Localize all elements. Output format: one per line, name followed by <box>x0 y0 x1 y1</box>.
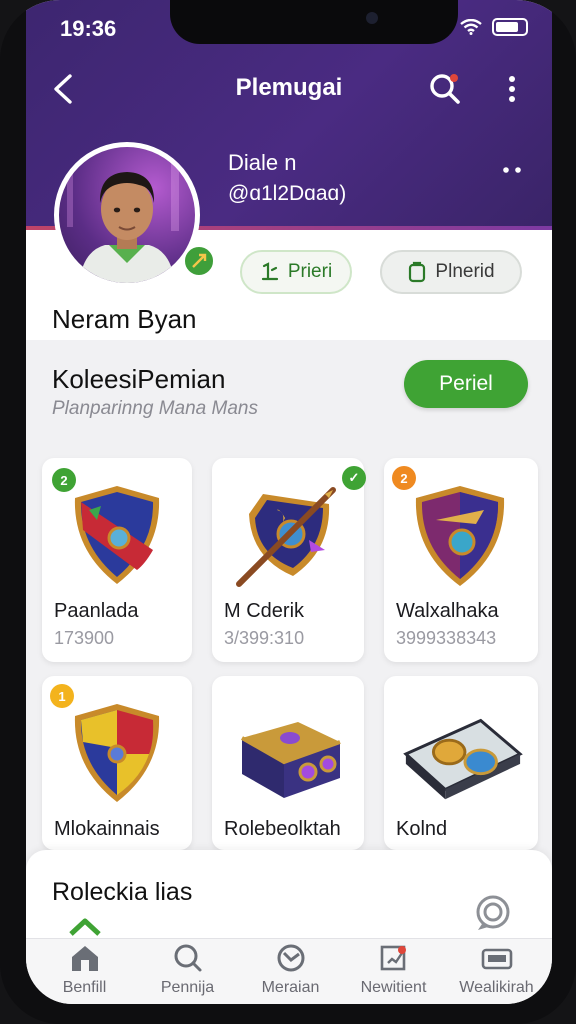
profile-action-label: Prieri <box>287 261 333 282</box>
card-number: 3999338343 <box>396 628 497 648</box>
card-number: 173900 <box>54 628 115 648</box>
profile-secondary-button[interactable]: Plnerid <box>380 250 522 294</box>
edit-icon <box>261 262 278 281</box>
tab-label: Meraian <box>261 979 320 996</box>
collection-card[interactable]: 2 Paanlada 173900 <box>42 458 192 662</box>
more-vertical-icon[interactable] <box>502 74 522 104</box>
search-icon <box>174 944 202 972</box>
treasure-chest-icon <box>241 722 341 798</box>
collection-card[interactable]: 2 Walxalhaka 3999338343 <box>384 458 538 662</box>
tab-home[interactable]: Benfill <box>32 939 137 1004</box>
card-name: Paanlada <box>54 600 139 622</box>
tab-search[interactable]: Pennija <box>135 939 240 1004</box>
user-name: Neram Byan <box>52 304 197 334</box>
profile-display-name: Diale n <box>228 150 297 175</box>
app-screen: 19:36 Plemugai Diale n @ɑ1l2Dɑaɑ) Prieri… <box>26 0 552 1004</box>
tab-bar: Benfill Pennija Meraian Newitient Wealik… <box>26 938 552 1004</box>
card-name: Mlokainnais <box>54 818 160 840</box>
card-name: Rolebeolktah <box>224 818 341 840</box>
collection-card[interactable]: Rolebeolktah <box>212 676 364 850</box>
status-time: 19:36 <box>60 16 117 41</box>
card-icon <box>481 948 513 970</box>
verified-badge-icon <box>182 244 216 278</box>
page-title: Plemugai <box>235 74 343 101</box>
collection-subtitle: Planparinng Mana Mans <box>52 398 258 419</box>
tab-label: Wealikirah <box>459 979 534 996</box>
avatar[interactable] <box>54 142 200 288</box>
chat-icon[interactable] <box>474 894 512 932</box>
battery-icon <box>492 18 528 36</box>
tab-label: Benfill <box>62 979 107 996</box>
phone-frame: 19:36 Plemugai Diale n @ɑ1l2Dɑaɑ) Prieri… <box>0 0 576 1024</box>
tab-label: Newitient <box>360 979 427 996</box>
home-icon <box>72 946 98 971</box>
edit-icon <box>380 945 406 971</box>
camera-notch <box>170 0 458 44</box>
tab-card[interactable]: Wealikirah <box>444 939 549 1004</box>
compass-icon <box>277 944 305 972</box>
profile-secondary-label: Plnerid <box>435 261 495 282</box>
collection-card[interactable]: Kolnd <box>384 676 538 850</box>
shield-quartered-icon <box>74 704 160 802</box>
card-name: Kolnd <box>396 818 448 840</box>
shield-spear-icon <box>236 487 336 587</box>
collection-title: KoleesiPemian <box>52 364 226 394</box>
shield-emblem-icon <box>74 486 160 584</box>
profile-action-button[interactable]: Prieri <box>240 250 352 294</box>
card-name: Walxalhaka <box>396 600 499 622</box>
sheet-title: Roleckia lias <box>52 878 193 906</box>
card-number: 3/399:310 <box>224 628 305 648</box>
collection-action-button[interactable]: Periel <box>404 360 528 408</box>
avatar-portrait <box>67 161 179 283</box>
coin-tray-icon <box>403 718 523 800</box>
card-name: M Cderik <box>224 600 305 622</box>
collection-card[interactable]: ✓ M Cderik 3/399:310 <box>212 458 366 662</box>
clipboard-icon <box>409 261 426 283</box>
tab-edit[interactable]: Newitient <box>341 939 446 1004</box>
chevron-up-icon[interactable] <box>68 918 102 936</box>
search-icon[interactable] <box>428 72 462 106</box>
wifi-icon <box>460 19 482 35</box>
tab-compass[interactable]: Meraian <box>238 939 343 1004</box>
collection-card[interactable]: 1 Mlokainnais <box>42 676 192 850</box>
tab-label: Pennija <box>160 979 215 996</box>
profile-handle: @ɑ1l2Dɑaɑ) <box>228 182 347 205</box>
shield-crest-icon <box>415 486 505 586</box>
more-horizontal-icon[interactable] <box>502 160 522 180</box>
